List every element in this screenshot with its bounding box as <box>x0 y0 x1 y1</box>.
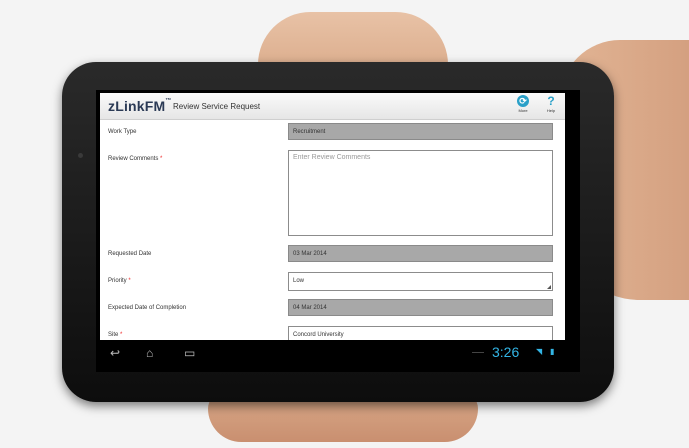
work-type-field: Recruitment <box>288 123 553 140</box>
battery-icon: ▮ <box>550 347 555 356</box>
app-logo: zLinkFM™ <box>108 98 172 114</box>
help-button[interactable]: ? Help <box>540 95 562 113</box>
page-title: Review Service Request <box>173 102 261 111</box>
help-icon: ? <box>547 94 555 108</box>
status-clock: 3:26 <box>492 344 520 360</box>
home-icon[interactable]: ⌂ <box>146 346 153 360</box>
camera-icon <box>78 153 83 158</box>
review-comments-input[interactable]: Enter Review Comments <box>288 150 553 236</box>
requested-date-label: Requested Date <box>108 251 152 257</box>
status-divider <box>472 352 484 353</box>
system-navigation-bar: ↩ ⌂ ▭ 3:26 ◥ ▮ <box>100 340 565 366</box>
help-label: Help <box>546 108 556 113</box>
app-screen: zLinkFM™ Review Service Request ⟳ More ?… <box>100 93 565 340</box>
priority-select[interactable]: Low <box>288 272 553 291</box>
site-label: Site * <box>108 332 123 338</box>
action-bar: zLinkFM™ Review Service Request ⟳ More ?… <box>100 93 565 120</box>
review-comments-label: Review Comments * <box>108 156 163 162</box>
expected-date-field: 04 Mar 2014 <box>288 299 553 316</box>
work-type-label: Work Type <box>108 129 137 135</box>
expected-date-label: Expected Date of Completion <box>108 305 187 311</box>
more-label: More <box>518 108 528 113</box>
more-icon: ⟳ <box>517 95 529 107</box>
requested-date-field: 03 Mar 2014 <box>288 245 553 262</box>
priority-label: Priority * <box>108 278 131 284</box>
back-icon[interactable]: ↩ <box>110 346 120 360</box>
site-select[interactable]: Concord University <box>288 326 553 340</box>
photo-background: zLinkFM™ Review Service Request ⟳ More ?… <box>0 0 689 448</box>
more-button[interactable]: ⟳ More <box>512 95 534 113</box>
recents-icon[interactable]: ▭ <box>184 346 195 360</box>
wifi-icon: ◥ <box>536 347 543 356</box>
